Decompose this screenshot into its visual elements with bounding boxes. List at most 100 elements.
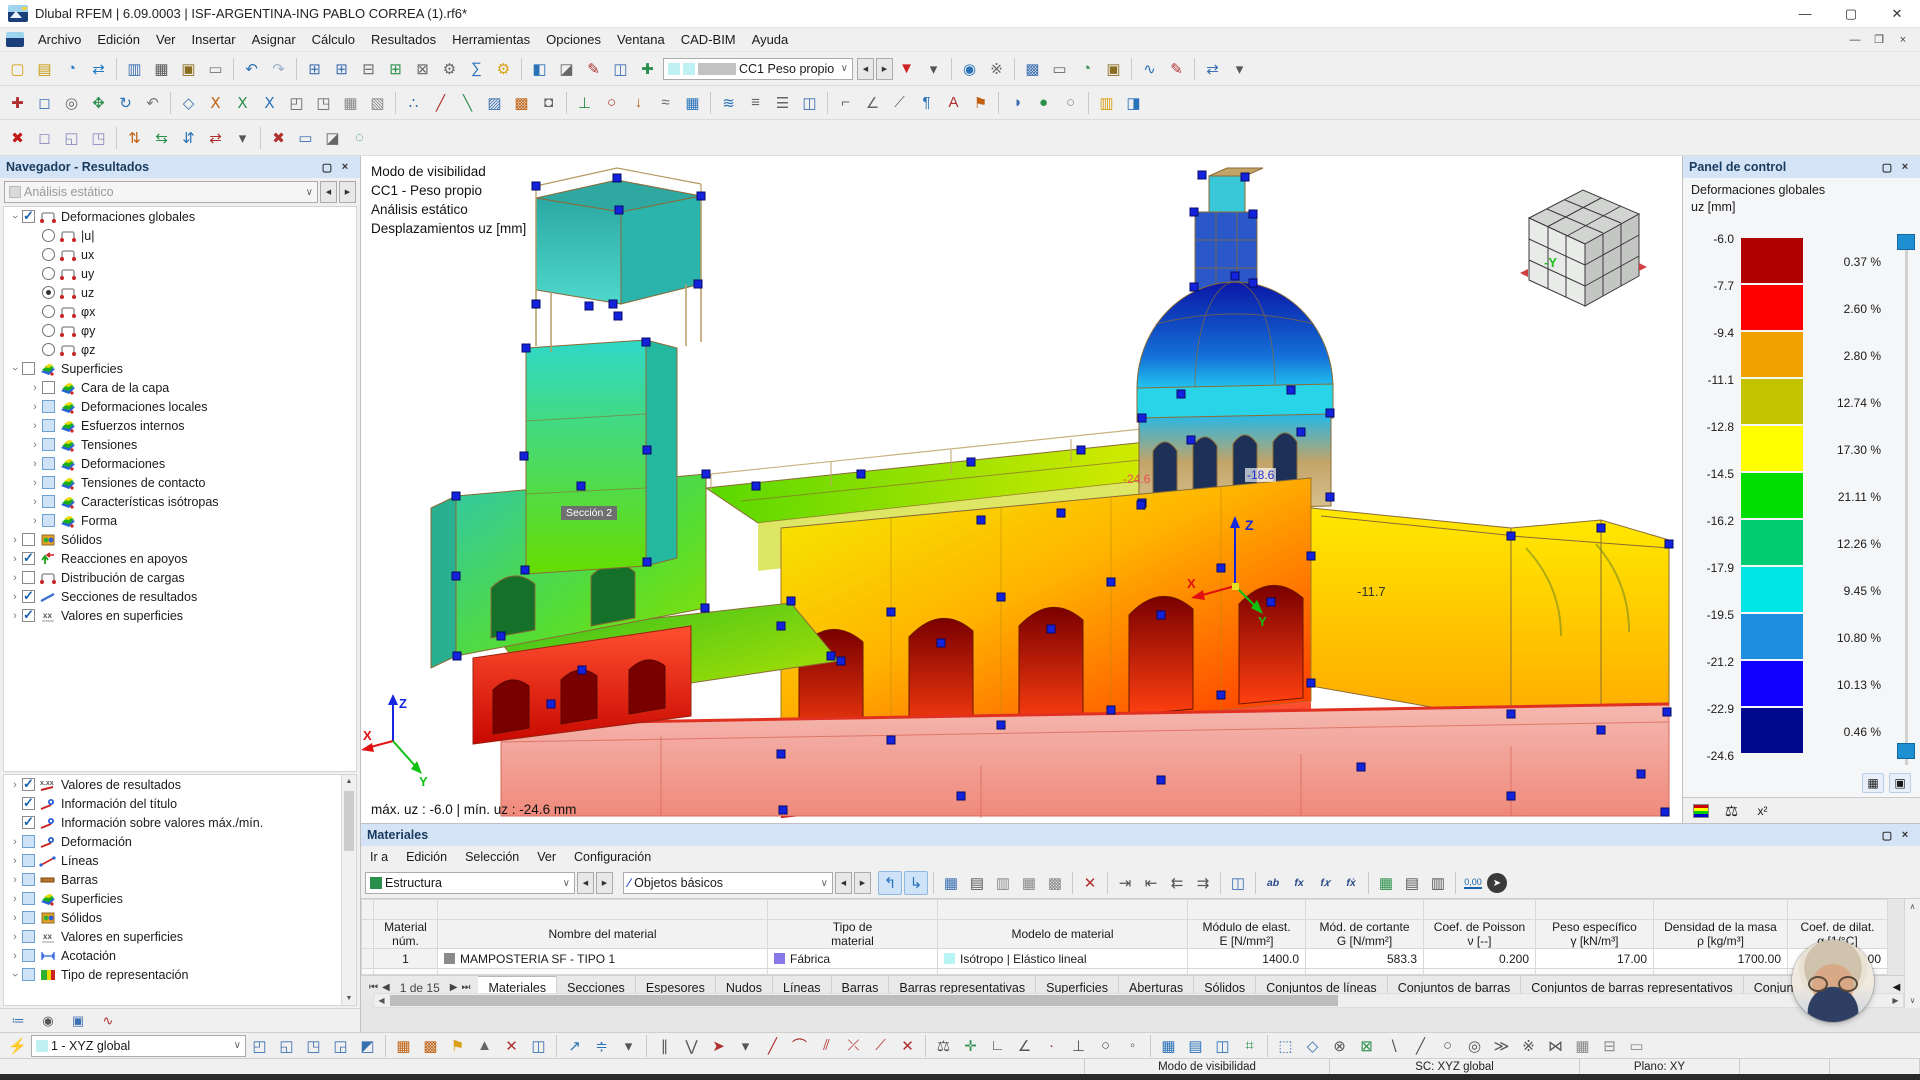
expander-icon[interactable]: › <box>28 382 42 394</box>
members-show-icon[interactable]: ╲ <box>455 90 480 115</box>
checkbox-part[interactable] <box>42 400 55 413</box>
fe-node[interactable] <box>613 174 621 182</box>
expander-icon[interactable]: › <box>28 515 42 527</box>
table-lines-icon[interactable]: ⊞ <box>329 56 354 81</box>
perp-snap-icon[interactable]: ⊥ <box>1066 1033 1091 1058</box>
visibility-none-icon[interactable]: ○ <box>1058 90 1083 115</box>
expander-icon[interactable]: › <box>8 553 22 565</box>
snap-flag-icon[interactable]: ⚑ <box>445 1033 470 1058</box>
tree-item-x[interactable]: φx <box>4 302 356 321</box>
fe-node[interactable] <box>1177 390 1185 398</box>
tree-item-z[interactable]: φz <box>4 340 356 359</box>
table-green-icon[interactable]: ▦ <box>1374 871 1398 895</box>
menu-opciones[interactable]: Opciones <box>538 29 609 50</box>
symbol-icon[interactable]: ⚑ <box>968 90 993 115</box>
cs-box1-icon[interactable]: ◰ <box>247 1033 272 1058</box>
cloud-connect-icon[interactable]: ◔ <box>59 56 84 81</box>
nodes-show-icon[interactable]: ∴ <box>401 90 426 115</box>
expander-icon[interactable]: › <box>9 210 21 224</box>
grid-b-icon[interactable]: ▤ <box>1183 1033 1208 1058</box>
arrow-dd-icon[interactable]: ▾ <box>1227 56 1252 81</box>
fe-node[interactable] <box>887 736 895 744</box>
navigator-close-icon[interactable]: × <box>336 161 354 173</box>
tree-item-acotaci-n[interactable]: ›Acotación <box>4 946 341 965</box>
frame-view-icon[interactable]: ◫ <box>608 56 633 81</box>
tree-item-uz[interactable]: uz <box>4 283 356 302</box>
dim-angle-icon[interactable]: ∠ <box>860 90 885 115</box>
objects-next-button[interactable]: ▶ <box>854 872 871 894</box>
transparent-model-icon[interactable]: ◱ <box>59 125 84 150</box>
tree-item-tensiones-de-contacto[interactable]: ›Tensiones de contacto <box>4 473 356 492</box>
row-grid3-icon[interactable]: ▩ <box>1043 871 1067 895</box>
tree-item-forma[interactable]: ›Forma <box>4 511 356 530</box>
panel-factors-button[interactable]: x² <box>1750 798 1775 823</box>
fe-node[interactable] <box>1637 770 1645 778</box>
image-export-icon[interactable]: ▣ <box>1101 56 1126 81</box>
node-snap-icon[interactable]: ✛ <box>958 1033 983 1058</box>
close-button[interactable]: ✕ <box>1874 0 1920 27</box>
menu-edicin[interactable]: Edición <box>89 29 148 50</box>
load-case-prev-button[interactable]: ◀ <box>857 58 874 80</box>
materials-menu-ver[interactable]: Ver <box>528 848 565 866</box>
redo-icon[interactable]: ↷ <box>266 56 291 81</box>
expander-icon[interactable]: › <box>9 968 21 982</box>
filter-results-icon[interactable]: ▼ <box>894 56 919 81</box>
tree-item-tipo-de-representaci-n[interactable]: ›Tipo de representación <box>4 965 341 984</box>
view-z-icon[interactable]: Ⅹ <box>257 90 282 115</box>
tree-item-distribuci-n-de-cargas[interactable]: ›Distribución de cargas <box>4 568 356 587</box>
hscroll-right-icon[interactable]: ▶ <box>1888 994 1903 1007</box>
expander-icon[interactable]: › <box>8 610 22 622</box>
hinges-show-icon[interactable]: ○ <box>599 90 624 115</box>
analysis-type-combo[interactable]: Análisis estático ∨ <box>4 181 318 203</box>
fe-node[interactable] <box>967 458 975 466</box>
table-vscrollbar[interactable]: ∧ ∨ <box>1904 899 1920 1008</box>
load-case-next-button[interactable]: ▶ <box>876 58 893 80</box>
fe-node[interactable] <box>614 312 622 320</box>
fe-node[interactable] <box>532 182 540 190</box>
osnap-13-icon[interactable]: ⊟ <box>1597 1033 1622 1058</box>
checkbox-part[interactable] <box>42 514 55 527</box>
checkbox-part[interactable] <box>22 949 35 962</box>
cs-box5-icon[interactable]: ◩ <box>355 1033 380 1058</box>
save-file-icon[interactable]: ▥ <box>122 56 147 81</box>
osnap-8-icon[interactable]: ◎ <box>1462 1033 1487 1058</box>
structure-next-button[interactable]: ▶ <box>596 872 613 894</box>
section-label[interactable]: Sección 2 <box>561 506 617 520</box>
panel-legend-button[interactable] <box>1688 798 1713 823</box>
tree-item-reacciones-en-apoyos[interactable]: ›Reacciones en apoyos <box>4 549 356 568</box>
osnap-11-icon[interactable]: ⋈ <box>1543 1033 1568 1058</box>
menu-cadbim[interactable]: CAD-BIM <box>673 29 744 50</box>
table-cell[interactable]: 1400.0 <box>1188 949 1306 969</box>
checkbox-part[interactable] <box>22 968 35 981</box>
checkbox-part[interactable] <box>42 438 55 451</box>
display-props-icon[interactable]: ▩ <box>1020 56 1045 81</box>
expander-icon[interactable]: › <box>28 439 42 451</box>
radio-off[interactable] <box>42 229 55 242</box>
cs-box4-icon[interactable]: ◲ <box>328 1033 353 1058</box>
osnap-3-icon[interactable]: ⊗ <box>1327 1033 1352 1058</box>
table-nodes-icon[interactable]: ⊞ <box>302 56 327 81</box>
tree-item-superficies[interactable]: ›Superficies <box>4 889 341 908</box>
table-cell[interactable]: 0.200 <box>1424 949 1536 969</box>
fe-node[interactable] <box>497 632 505 640</box>
row-grid2-icon[interactable]: ▦ <box>1017 871 1041 895</box>
line-par2-icon[interactable]: ⫽ <box>814 1033 839 1058</box>
checkbox-on[interactable] <box>22 609 35 622</box>
fe-node[interactable] <box>1137 501 1145 509</box>
fe-node[interactable] <box>532 300 540 308</box>
fe-node[interactable] <box>547 700 555 708</box>
fe-node[interactable] <box>1357 763 1365 771</box>
fe-node[interactable] <box>1138 414 1146 422</box>
fe-node[interactable] <box>1157 776 1165 784</box>
expander-icon[interactable]: › <box>28 420 42 432</box>
view-mx-icon[interactable]: ◰ <box>284 90 309 115</box>
grid-c-icon[interactable]: ◫ <box>1210 1033 1235 1058</box>
sync-up-icon[interactable]: ↰ <box>878 871 902 895</box>
fe-node[interactable] <box>1507 532 1515 540</box>
table-hscrollbar[interactable]: ◀ ▶ <box>373 993 1904 1008</box>
fe-node[interactable] <box>522 344 530 352</box>
fe-node[interactable] <box>1190 208 1198 216</box>
table-print-icon[interactable]: ▤ <box>965 871 989 895</box>
zoom-window-icon[interactable]: ◻ <box>32 90 57 115</box>
text-note-icon[interactable]: A <box>941 90 966 115</box>
